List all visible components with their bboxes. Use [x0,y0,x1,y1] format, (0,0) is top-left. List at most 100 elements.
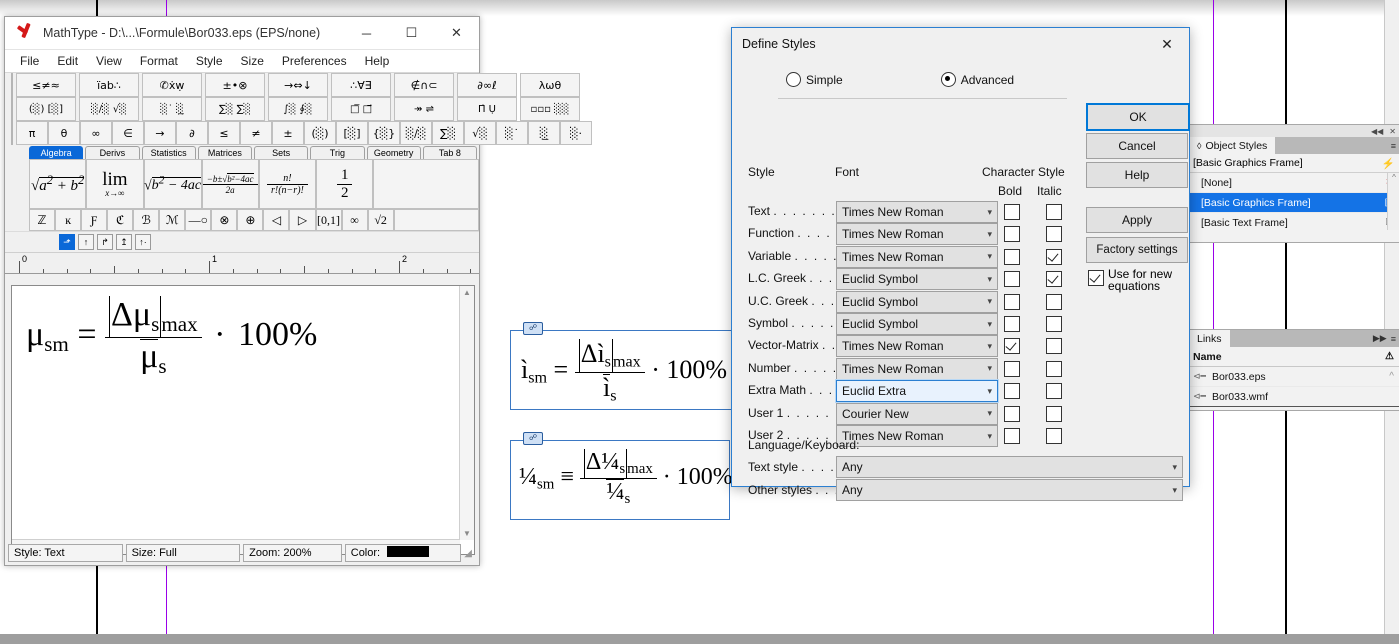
font-combo-number[interactable]: Times New Roman ▾ [836,357,998,380]
lightning-icon[interactable]: ⚡ [1382,157,1395,170]
bold-checkbox-number[interactable] [1004,360,1020,377]
palette-small-item-12[interactable]: ∞ [341,209,368,231]
symbol-group-relations[interactable]: ≤≠≈ [16,73,76,97]
palette-item-empty[interactable] [373,159,479,209]
quick-symbol-13[interactable]: ∑░ [432,121,464,145]
quick-symbol-2[interactable]: ∞ [80,121,112,145]
panel-menu-icon[interactable]: ≡ [1391,334,1396,344]
maximize-button[interactable]: ☐ [389,18,434,49]
palette-item-half[interactable]: 12 [316,159,374,209]
scroll-up-icon[interactable]: ▲ [460,288,474,297]
links-item-bor033-wmf[interactable]: ⊲━ Bor033.wmf [1189,387,1399,407]
quick-symbol-16[interactable]: ░̲ [528,121,560,145]
template-group-summation[interactable]: ∑░ ∑░ [205,97,265,121]
mathtype-titlebar[interactable]: MathType - D:\...\Formule\Bor033.eps (EP… [5,17,479,50]
palette-small-item-8[interactable]: ⊕ [237,209,264,231]
object-style-item-basic-text-frame[interactable]: [Basic Text Frame] ⎅ [1189,213,1399,232]
quick-symbol-17[interactable]: ░· [560,121,592,145]
ok-button[interactable]: OK [1086,103,1190,131]
template-group-overbar[interactable]: □̅ □⃗ [331,97,391,121]
template-group-integral[interactable]: ∫░ ∮░ [268,97,328,121]
menu-file[interactable]: File [11,52,48,70]
menu-help[interactable]: Help [356,52,399,70]
palette-tab-matrices[interactable]: Matrices [197,146,252,159]
symbol-group-operators[interactable]: ±•⊗ [205,73,265,97]
links-panel-menu[interactable]: ▶▶ ≡ [1373,330,1399,347]
editor-vertical-scrollbar[interactable]: ▲ ▼ [459,286,474,540]
palette-small-item-10[interactable]: ▷ [289,209,316,231]
palette-small-item-2[interactable]: Ƒ [81,209,108,231]
palette-tab-tab-8[interactable]: Tab 8 [422,146,477,159]
tab-object-styles[interactable]: ◊ Object Styles [1189,137,1276,154]
symbol-group-arrows[interactable]: →⇔↓ [268,73,328,97]
use-for-new-equations-checkbox[interactable]: Use for new equations [1088,268,1172,292]
italic-checkbox-function[interactable] [1046,226,1062,243]
object-style-item-none[interactable]: [None] ✖ [1189,173,1399,193]
object-style-item-basic-graphics-frame[interactable]: [Basic Graphics Frame] ▣ [1189,193,1399,213]
palette-small-item-13[interactable]: √2 [367,209,394,231]
font-combo-user-2[interactable]: Times New Roman ▾ [836,425,998,447]
template-group-fences[interactable]: (░) [░] [16,97,76,121]
bold-checkbox-vector-matrix[interactable] [1004,338,1020,355]
font-combo-l-c-greek[interactable]: Euclid Symbol ▾ [836,268,998,291]
italic-checkbox-user-2[interactable] [1046,428,1062,444]
canvas-horizontal-scrollbar[interactable] [0,634,1399,644]
bold-checkbox-u-c-greek[interactable] [1004,293,1020,310]
resize-grip-icon[interactable]: ◢ [464,548,472,559]
font-combo-u-c-greek[interactable]: Euclid Symbol ▾ [836,290,998,313]
font-combo-symbol[interactable]: Euclid Symbol ▾ [836,313,998,335]
quick-symbol-7[interactable]: ≠ [240,121,272,145]
quick-symbol-14[interactable]: √░ [464,121,496,145]
close-panel-icon[interactable]: ✕ [1389,127,1396,136]
object-styles-scrollbar[interactable]: ^ [1387,173,1399,230]
font-combo-variable[interactable]: Times New Roman ▾ [836,245,998,268]
bold-checkbox-variable[interactable] [1004,248,1020,265]
quick-symbol-0[interactable]: π [16,121,48,145]
radio-simple[interactable]: Simple [786,72,843,87]
dialog-titlebar[interactable]: Define Styles ✕ [732,28,1189,60]
italic-checkbox-user-1[interactable] [1046,405,1062,422]
menu-preferences[interactable]: Preferences [273,52,356,70]
menu-format[interactable]: Format [131,52,187,70]
menu-style[interactable]: Style [187,52,232,70]
bold-checkbox-user-2[interactable] [1004,428,1020,444]
palette-small-item-11[interactable]: [0,1] [315,209,342,231]
font-combo-vector-matrix[interactable]: Times New Roman ▾ [836,335,998,358]
italic-checkbox-l-c-greek[interactable] [1046,271,1062,288]
palette-item-limit[interactable]: lim x→∞ [86,159,144,209]
quick-symbol-5[interactable]: ∂ [176,121,208,145]
main-equation[interactable]: μsm = Δμsmax μs · 100% [26,296,317,379]
object-styles-panel-menu[interactable]: ≡ [1391,137,1399,154]
font-combo-text[interactable]: Times New Roman ▾ [836,201,998,223]
text-style-combo[interactable]: Any ▾ [836,456,1183,478]
quick-symbol-11[interactable]: {░} [368,121,400,145]
italic-checkbox-vector-matrix[interactable] [1046,338,1062,355]
palette-tab-derivs[interactable]: Derivs [85,146,140,159]
symbol-group-greek[interactable]: λωθ [520,73,580,97]
symbol-group-accents[interactable]: ı̈ab∴ [79,73,139,97]
italic-checkbox-variable[interactable] [1046,248,1062,265]
bold-checkbox-user-1[interactable] [1004,405,1020,422]
bold-checkbox-text[interactable] [1004,204,1020,220]
template-group-labeled-arrows[interactable]: ↠ ⇌ [394,97,454,121]
links-item-bor033-eps[interactable]: ⊲━ Bor033.eps ^ [1189,367,1399,387]
palette-tab-algebra[interactable]: Algebra [29,146,84,159]
quick-symbol-8[interactable]: ± [272,121,304,145]
symbol-group-overdots[interactable]: ✆ẋẉ [142,73,202,97]
palette-tab-statistics[interactable]: Statistics [141,146,196,159]
menu-view[interactable]: View [87,52,131,70]
tab-links[interactable]: Links [1189,330,1230,347]
scroll-down-icon[interactable]: ▼ [460,529,474,538]
palette-tab-geometry[interactable]: Geometry [366,146,421,159]
template-group-scripts[interactable]: ░˙ ░̲ [142,97,202,121]
symbol-group-sets[interactable]: ∉∩⊂ [394,73,454,97]
menu-edit[interactable]: Edit [48,52,87,70]
quick-symbol-9[interactable]: (░) [304,121,336,145]
dialog-close-icon[interactable]: ✕ [1145,29,1189,60]
palette-item-binomial[interactable]: n! r!(n−r)! [258,159,317,209]
palette-small-item-5[interactable]: ℳ [159,209,186,231]
mathtype-ruler[interactable]: 0 1 2 [5,252,479,274]
toolbar-grip-2[interactable] [11,97,13,121]
nudge-button-0[interactable]: ⬏ [59,234,75,250]
toolbar-grip[interactable] [11,73,13,97]
